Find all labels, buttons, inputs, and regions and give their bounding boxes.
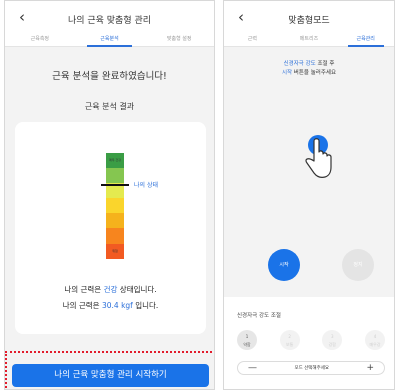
scale-segment (106, 228, 124, 244)
custom-mode-screen: ‹ 맞춤형모드 근력 메트리즈 근육관리 신경자극 강도 조절 후 시작 버튼을… (223, 0, 395, 390)
scale-segment (106, 198, 124, 214)
instruction-rest-2: 버튼을 눌러주세요 (292, 70, 337, 76)
level-label: 보통 (285, 342, 294, 347)
stepper-text: 모드 선택해주세요 (294, 366, 329, 371)
scale-segment-label: 매우 건강 (109, 158, 121, 162)
scale-segment: 매우 건강 (106, 153, 124, 169)
instruction-highlight-1: 신경자극 강도 (283, 61, 316, 67)
level-number: 3 (331, 334, 334, 339)
minus-button[interactable]: — (248, 363, 257, 373)
status-prefix: 나의 근력은 (64, 285, 104, 294)
tab-strength[interactable]: 근력 (224, 34, 281, 46)
level-label: 매우강 (369, 342, 381, 347)
tab-muscle-analysis[interactable]: 근육분석 (75, 34, 145, 47)
intensity-level-list: 1 약함 2 보통 3 강함 4 매우강 (237, 330, 385, 350)
status-sentence: 나의 근력은 건강 상태입니다. (15, 284, 206, 295)
intensity-level-4[interactable]: 4 매우강 (364, 330, 385, 350)
tab-bar: 근력 메트리즈 근육관리 (224, 34, 394, 47)
pointing-hand-icon (305, 135, 332, 178)
header: ‹ 맞춤형모드 근력 메트리즈 근육관리 (224, 1, 394, 47)
tab-muscle-care[interactable]: 근육관리 (337, 34, 394, 47)
status-value: 건강 (103, 285, 118, 294)
scale-segment: 위험 (106, 243, 124, 259)
page-title: 맞춤형모드 (288, 16, 330, 26)
level-number: 2 (288, 334, 291, 339)
level-number: 4 (373, 334, 377, 339)
instruction-highlight-2: 시작 (281, 70, 293, 76)
status-marker-line (101, 184, 129, 186)
scale-segment-label: 위험 (112, 248, 118, 253)
tab-bar: 근육측정 근육분석 맞춤형 설정 (5, 34, 214, 47)
scale-segment (106, 168, 124, 184)
instruction-line-2: 시작 버튼을 눌러주세요 (224, 68, 394, 76)
strength-value: 30.4 kgf (101, 301, 133, 310)
stop-button[interactable]: 정지 (342, 249, 374, 281)
strength-suffix: 입니다. (132, 301, 159, 310)
result-card: 매우 건강위험 나의 상태 나의 근력은 건강 상태입니다. 나의 근력은 30… (15, 122, 206, 334)
intensity-level-1[interactable]: 1 약함 (237, 330, 257, 350)
tab-custom-setting[interactable]: 맞춤형 설정 (144, 34, 214, 46)
plus-button[interactable]: + (366, 363, 374, 373)
intensity-panel: 신경자극 강도 조절 1 약함 2 보통 3 강함 4 매우강 — 모드 선택해주세요 + (224, 297, 394, 389)
start-management-button[interactable]: 나의 근육 맞춤형 관리 시작하기 (12, 364, 209, 387)
level-label: 약함 (243, 342, 251, 347)
header: ‹ 나의 근육 맞춤형 관리 근육측정 근육분석 맞춤형 설정 (5, 1, 214, 47)
level-label: 강함 (328, 342, 336, 347)
analysis-complete-message: 근육 분석을 완료하였습니다! (52, 71, 167, 82)
status-marker-label: 나의 상태 (134, 182, 158, 189)
intensity-level-3[interactable]: 3 강함 (322, 330, 343, 350)
start-button[interactable]: 시작 (268, 249, 300, 281)
status-suffix: 상태입니다. (117, 285, 157, 294)
strength-sentence: 나의 근력은 30.4 kgf 입니다. (15, 300, 206, 311)
instruction-rest-1: 조절 후 (315, 61, 335, 67)
strength-prefix: 나의 근력은 (62, 301, 102, 310)
tab-mattress[interactable]: 메트리즈 (281, 34, 338, 46)
scale-segment (106, 213, 124, 229)
muscle-analysis-screen: ‹ 나의 근육 맞춤형 관리 근육측정 근육분석 맞춤형 설정 근육 분석을 완… (4, 0, 215, 390)
level-number: 1 (245, 334, 249, 339)
result-title: 근육 분석 결과 (84, 102, 135, 111)
instruction-line-1: 신경자극 강도 조절 후 (224, 59, 394, 67)
intensity-level-2[interactable]: 2 보통 (279, 330, 300, 350)
page-title: 나의 근육 맞춤형 관리 (67, 16, 152, 26)
mode-stepper: — 모드 선택해주세요 + (237, 361, 385, 375)
strength-scale-bar: 매우 건강위험 (106, 153, 124, 259)
tab-muscle-measure[interactable]: 근육측정 (5, 34, 75, 46)
intensity-title: 신경자극 강도 조절 (237, 313, 281, 319)
